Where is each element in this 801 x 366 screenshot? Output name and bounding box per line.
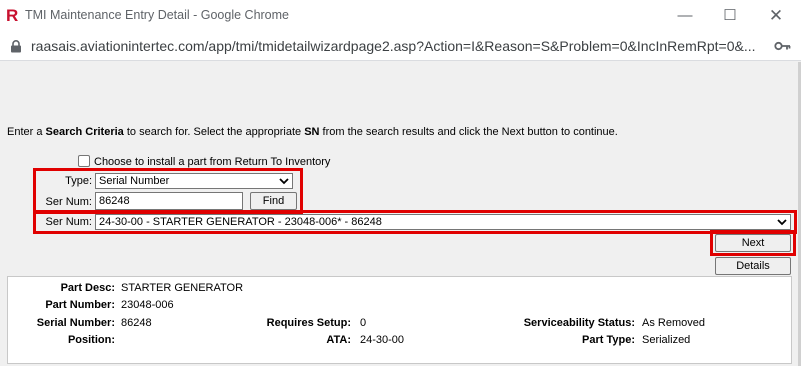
key-icon[interactable]: [774, 39, 792, 53]
serial-number-label: Serial Number:: [36, 317, 115, 329]
return-inventory-checkbox[interactable]: [78, 155, 90, 167]
part-type-value: Serialized: [642, 334, 691, 346]
address-bar[interactable]: raasais.aviationintertec.com/app/tmi/tmi…: [0, 32, 801, 61]
part-type-label: Part Type:: [582, 334, 635, 346]
search-highlight-box: [33, 168, 303, 214]
maximize-icon[interactable]: ☐: [715, 4, 745, 28]
minimize-icon[interactable]: —: [670, 4, 700, 28]
requires-setup-value: 0: [360, 317, 367, 329]
serviceability-status-value: As Removed: [642, 317, 705, 329]
instructions-bold: SN: [304, 126, 320, 138]
result-highlight-box: [33, 210, 797, 234]
next-highlight-box: [710, 230, 796, 256]
instructions-part: Enter a: [7, 126, 46, 138]
part-number-label: Part Number:: [45, 299, 115, 311]
part-desc-label: Part Desc:: [60, 282, 115, 294]
instructions-text: Enter a Search Criteria to search for. S…: [7, 126, 618, 138]
requires-setup-label: Requires Setup:: [266, 317, 351, 329]
close-icon[interactable]: ✕: [761, 4, 791, 28]
part-desc-value: STARTER GENERATOR: [121, 282, 244, 294]
app-logo-icon: R: [6, 6, 19, 25]
lock-icon: [11, 40, 21, 53]
url-text[interactable]: raasais.aviationintertec.com/app/tmi/tmi…: [31, 38, 766, 54]
position-label: Position:: [67, 334, 115, 346]
return-inventory-label: Choose to install a part from Return To …: [94, 156, 331, 168]
serviceability-status-label: Serviceability Status:: [523, 317, 635, 329]
ata-label: ATA:: [326, 334, 351, 346]
return-inventory-option[interactable]: Choose to install a part from Return To …: [78, 155, 330, 168]
part-number-value: 23048-006: [121, 299, 174, 311]
page-content: Enter a Search Criteria to search for. S…: [0, 62, 801, 366]
ata-value: 24-30-00: [360, 334, 405, 346]
browser-titlebar: R TMI Maintenance Entry Detail - Google …: [0, 0, 801, 32]
window-title: TMI Maintenance Entry Detail - Google Ch…: [25, 8, 289, 22]
part-details-panel: Part Desc: STARTER GENERATOR Part Number…: [7, 276, 792, 364]
instructions-bold: Search Criteria: [45, 126, 124, 138]
instructions-part: from the search results and click the Ne…: [319, 126, 618, 138]
serial-number-value: 86248: [121, 317, 152, 329]
details-button[interactable]: Details: [715, 257, 791, 275]
instructions-part: to search for. Select the appropriate: [123, 126, 305, 138]
